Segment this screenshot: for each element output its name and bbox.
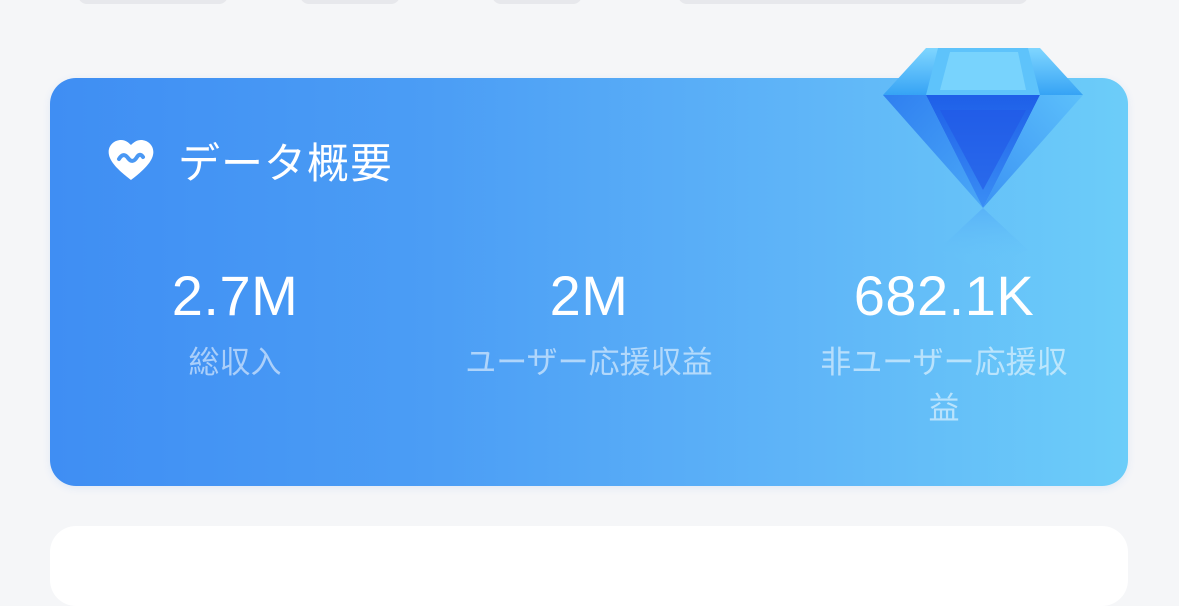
card-header: データ概要 <box>104 133 393 188</box>
top-tab-4[interactable] <box>678 0 1028 4</box>
next-card <box>50 526 1128 606</box>
stat-label: ユーザー応援収益 <box>465 345 713 381</box>
stat-value: 682.1K <box>853 264 1035 327</box>
stat-label: 総収入 <box>188 345 282 381</box>
stat-label: 非ユーザー応援収益 <box>820 345 1068 427</box>
top-tab-3[interactable] <box>492 0 582 4</box>
card-title: データ概要 <box>178 138 394 188</box>
top-tab-1[interactable] <box>78 0 228 4</box>
stat-total-revenue: 2.7M 総収入 <box>105 266 365 386</box>
stat-non-user-support-revenue: 682.1K 非ユーザー応援収益 <box>814 266 1074 432</box>
stat-value: 2.7M <box>171 264 299 327</box>
top-tab-2[interactable] <box>300 0 400 4</box>
stat-user-support-revenue: 2M ユーザー応援収益 <box>459 266 719 386</box>
diamond-gem-icon <box>883 48 1083 270</box>
heart-badge-icon <box>108 140 154 180</box>
stat-value: 2M <box>549 264 629 327</box>
